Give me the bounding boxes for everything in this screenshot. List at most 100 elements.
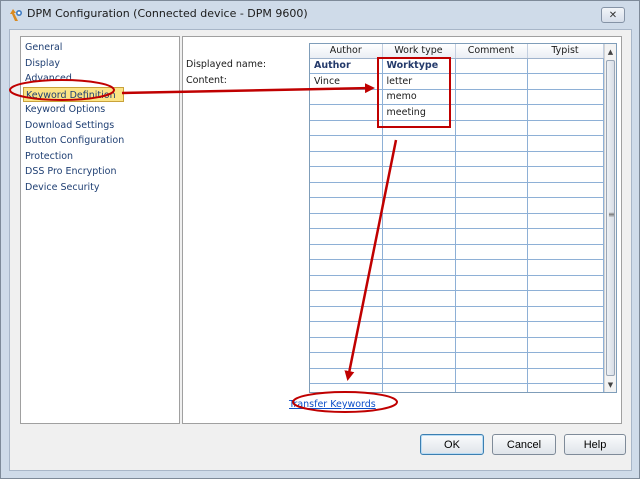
grid-cell[interactable] bbox=[455, 259, 528, 276]
grid-cell[interactable] bbox=[527, 166, 604, 183]
grid-cell[interactable] bbox=[527, 135, 604, 152]
grid-cell[interactable] bbox=[455, 197, 528, 214]
grid-cell[interactable]: Author bbox=[310, 58, 383, 74]
sidebar-item-keyword-options[interactable]: Keyword Options bbox=[25, 102, 124, 118]
grid-cell[interactable] bbox=[382, 151, 456, 167]
grid-cell[interactable] bbox=[310, 306, 383, 322]
sidebar-item-protection[interactable]: Protection bbox=[25, 149, 124, 165]
grid-cell[interactable] bbox=[455, 120, 528, 136]
close-button[interactable]: ✕ bbox=[601, 7, 625, 23]
sidebar-item-general[interactable]: General bbox=[25, 40, 124, 56]
column-header-typist[interactable]: Typist bbox=[527, 44, 604, 59]
grid-cell[interactable] bbox=[382, 135, 456, 152]
grid-cell[interactable] bbox=[455, 383, 528, 392]
grid-cell[interactable] bbox=[382, 213, 456, 229]
grid-cell[interactable] bbox=[527, 228, 604, 245]
cancel-button[interactable]: Cancel bbox=[492, 434, 556, 455]
grid-cell[interactable] bbox=[527, 182, 604, 198]
grid-cell[interactable] bbox=[455, 58, 528, 74]
grid-cell[interactable] bbox=[382, 352, 456, 369]
grid-cell[interactable] bbox=[455, 228, 528, 245]
column-header-work-type[interactable]: Work type bbox=[382, 44, 456, 59]
grid-cell[interactable] bbox=[527, 275, 604, 291]
grid-cell[interactable] bbox=[310, 275, 383, 291]
grid-cell[interactable] bbox=[310, 383, 383, 392]
scroll-down-arrow-icon[interactable]: ▼ bbox=[605, 378, 616, 391]
keyword-grid[interactable]: Author Work type Comment Typist Author Workty… bbox=[309, 43, 617, 393]
sidebar-item-dss-pro-encryption[interactable]: DSS Pro Encryption bbox=[25, 164, 124, 180]
grid-cell[interactable] bbox=[455, 73, 528, 90]
grid-cell[interactable] bbox=[527, 321, 604, 338]
grid-cell[interactable] bbox=[382, 290, 456, 307]
grid-cell[interactable] bbox=[310, 166, 383, 183]
sidebar-item-button-configuration[interactable]: Button Configuration bbox=[25, 133, 124, 149]
grid-cell[interactable] bbox=[382, 244, 456, 260]
scrollbar-thumb[interactable]: ≡ bbox=[606, 60, 615, 376]
grid-cell[interactable] bbox=[527, 104, 604, 121]
sidebar-item-device-security[interactable]: Device Security bbox=[25, 180, 124, 196]
grid-cell[interactable] bbox=[527, 368, 604, 384]
grid-cell[interactable]: Vince bbox=[310, 73, 383, 90]
grid-cell[interactable]: memo bbox=[382, 89, 456, 105]
grid-cell[interactable] bbox=[382, 228, 456, 245]
grid-cell[interactable] bbox=[382, 383, 456, 392]
grid-cell[interactable] bbox=[382, 197, 456, 214]
help-button[interactable]: Help bbox=[564, 434, 626, 455]
grid-cell[interactable] bbox=[310, 259, 383, 276]
sidebar-item-display[interactable]: Display bbox=[25, 56, 124, 72]
grid-cell[interactable] bbox=[310, 352, 383, 369]
grid-cell[interactable] bbox=[310, 337, 383, 353]
sidebar-item-advanced[interactable]: Advanced bbox=[25, 71, 124, 87]
column-header-author[interactable]: Author bbox=[310, 44, 383, 59]
grid-cell[interactable] bbox=[310, 89, 383, 105]
grid-cell[interactable]: Worktype bbox=[382, 58, 456, 74]
grid-cell[interactable] bbox=[382, 275, 456, 291]
grid-cell[interactable] bbox=[310, 368, 383, 384]
grid-cell[interactable] bbox=[527, 383, 604, 392]
grid-cell[interactable] bbox=[310, 197, 383, 214]
grid-cell[interactable] bbox=[455, 368, 528, 384]
grid-cell[interactable] bbox=[455, 352, 528, 369]
grid-cell[interactable] bbox=[310, 135, 383, 152]
grid-cell[interactable] bbox=[310, 151, 383, 167]
grid-cell[interactable] bbox=[310, 213, 383, 229]
grid-cell[interactable] bbox=[382, 321, 456, 338]
column-header-comment[interactable]: Comment bbox=[455, 44, 528, 59]
grid-cell[interactable] bbox=[527, 151, 604, 167]
transfer-keywords-link[interactable]: Transfer Keywords bbox=[289, 399, 376, 410]
grid-cell[interactable] bbox=[310, 228, 383, 245]
grid-cell[interactable] bbox=[527, 306, 604, 322]
grid-cell[interactable] bbox=[527, 197, 604, 214]
grid-cell[interactable] bbox=[455, 290, 528, 307]
ok-button[interactable]: OK bbox=[420, 434, 484, 455]
grid-cell[interactable] bbox=[455, 151, 528, 167]
grid-cell[interactable] bbox=[455, 104, 528, 121]
scroll-up-arrow-icon[interactable]: ▲ bbox=[605, 45, 616, 58]
grid-cell[interactable] bbox=[455, 166, 528, 183]
grid-cell[interactable] bbox=[382, 306, 456, 322]
grid-cell[interactable] bbox=[455, 321, 528, 338]
sidebar-item-keyword-definition[interactable]: Keyword Definition bbox=[23, 86, 125, 102]
grid-cell[interactable] bbox=[310, 182, 383, 198]
grid-cell[interactable] bbox=[527, 352, 604, 369]
grid-cell[interactable] bbox=[455, 89, 528, 105]
grid-vertical-scrollbar[interactable]: ▲ ≡ ▼ bbox=[604, 44, 616, 392]
grid-cell[interactable] bbox=[382, 166, 456, 183]
grid-cell[interactable] bbox=[455, 306, 528, 322]
grid-cell[interactable] bbox=[527, 244, 604, 260]
grid-cell[interactable] bbox=[527, 58, 604, 74]
grid-cell[interactable] bbox=[455, 135, 528, 152]
grid-cell[interactable] bbox=[527, 290, 604, 307]
grid-cell[interactable] bbox=[527, 259, 604, 276]
grid-cell[interactable] bbox=[310, 321, 383, 338]
grid-cell[interactable] bbox=[382, 182, 456, 198]
grid-cell[interactable] bbox=[382, 368, 456, 384]
grid-cell[interactable] bbox=[527, 337, 604, 353]
grid-cell[interactable] bbox=[310, 290, 383, 307]
grid-cell[interactable] bbox=[455, 337, 528, 353]
grid-cell[interactable] bbox=[310, 120, 383, 136]
grid-cell[interactable] bbox=[382, 259, 456, 276]
grid-cell[interactable] bbox=[310, 244, 383, 260]
grid-cell[interactable]: meeting bbox=[382, 104, 456, 121]
sidebar-item-download-settings[interactable]: Download Settings bbox=[25, 118, 124, 134]
